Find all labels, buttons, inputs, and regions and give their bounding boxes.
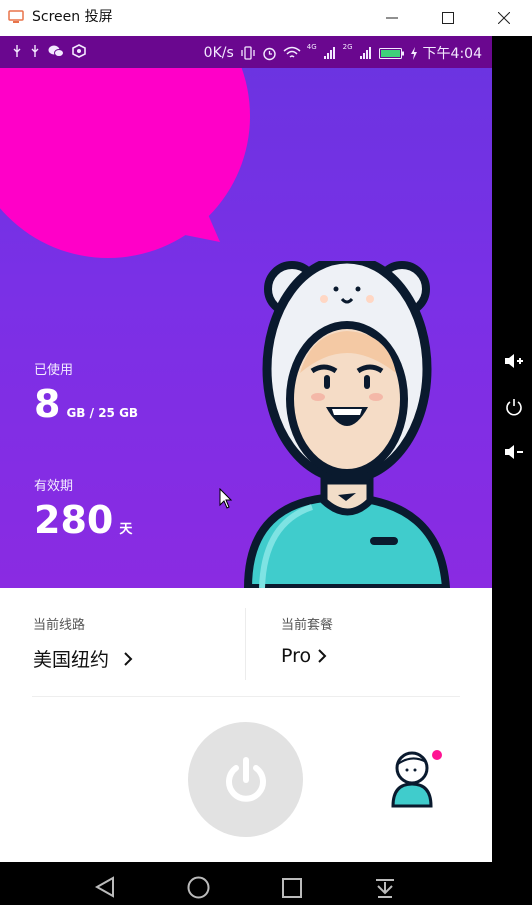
validity-period: 280 天 (34, 500, 132, 540)
validity-unit: 天 (119, 522, 133, 537)
plan-value: Pro (281, 645, 312, 667)
status-left-icons (12, 44, 86, 58)
maximize-icon (442, 12, 454, 24)
plan-value-row: Pro (281, 645, 333, 667)
notification-dropdown-button[interactable] (374, 877, 396, 903)
side-toolbar (492, 36, 532, 862)
validity-value: 280 (34, 498, 114, 542)
recents-icon (282, 878, 302, 898)
shield-icon (72, 44, 86, 58)
card-divider-vertical (245, 608, 246, 680)
volume-down-button[interactable] (502, 441, 524, 463)
signal-type-4g: 4G (306, 43, 317, 51)
alarm-icon (263, 47, 276, 60)
battery-icon (378, 47, 404, 59)
dropdown-icon (376, 879, 394, 898)
used-unit: GB / 25 GB (66, 406, 139, 420)
signal-icon (359, 47, 371, 59)
navigation-bar (0, 862, 532, 905)
home-button[interactable] (187, 876, 210, 903)
chevron-right-icon (124, 651, 133, 666)
minimize-button[interactable] (364, 0, 420, 36)
notification-dot (432, 750, 442, 760)
mouse-cursor-icon (219, 488, 233, 509)
status-right: 0K/s 4G 2G 下午4:04 (204, 43, 482, 63)
volume-up-button[interactable] (502, 350, 524, 372)
wifi-icon (283, 46, 301, 58)
route-value: 美国纽约 (33, 649, 110, 671)
home-icon (187, 876, 210, 899)
window-titlebar: Screen 投屏 (0, 0, 532, 36)
app-icon (8, 10, 24, 23)
window-title: Screen 投屏 (32, 9, 113, 25)
recents-button[interactable] (282, 878, 302, 902)
avatar-icon (391, 750, 442, 808)
used-value: 8 (34, 382, 61, 426)
route-selector[interactable]: 当前线路 美国纽约 (33, 614, 133, 672)
data-usage: 8 GB / 25 GB (34, 384, 138, 424)
net-speed: 0K/s (203, 45, 234, 61)
plan-selector[interactable]: 当前套餐 Pro (281, 614, 333, 667)
chevron-right-icon (318, 649, 327, 663)
close-icon (498, 12, 510, 24)
power-icon (226, 757, 266, 802)
phone-screen: 0K/s 4G 2G 下午4:04 已使用 8 GB / 25 GB 有效期 2… (0, 36, 492, 862)
volume-down-icon (505, 445, 523, 459)
route-value-row: 美国纽约 (33, 645, 133, 672)
power-icon (506, 399, 522, 416)
vibrate-icon (241, 46, 255, 60)
status-bar: 0K/s 4G 2G 下午4:04 (0, 36, 492, 68)
speech-bubble-decoration (0, 36, 250, 258)
connect-power-button[interactable] (188, 722, 303, 837)
close-button[interactable] (476, 0, 532, 36)
signal-type-2g: 2G (342, 43, 353, 51)
plan-label: 当前套餐 (281, 618, 334, 633)
signal-icon (323, 47, 335, 59)
validity-label: 有效期 (34, 479, 74, 494)
mascot-illustration (243, 261, 451, 588)
status-time: 下午4:04 (422, 46, 482, 62)
back-icon (94, 876, 114, 898)
route-label: 当前线路 (33, 618, 86, 633)
charging-icon (410, 46, 417, 60)
profile-avatar-button[interactable] (386, 746, 446, 810)
power-side-button[interactable] (504, 397, 524, 417)
used-label: 已使用 (34, 363, 74, 378)
minimize-icon (386, 17, 398, 19)
maximize-button[interactable] (420, 0, 476, 36)
volume-up-icon (505, 354, 523, 368)
back-button[interactable] (94, 876, 116, 902)
card-divider-horizontal (32, 696, 460, 697)
usb-icon (31, 45, 39, 57)
wechat-icon (48, 45, 64, 57)
usb-icon (13, 45, 21, 57)
hero-banner: 0K/s 4G 2G 下午4:04 已使用 8 GB / 25 GB 有效期 2… (0, 36, 492, 588)
